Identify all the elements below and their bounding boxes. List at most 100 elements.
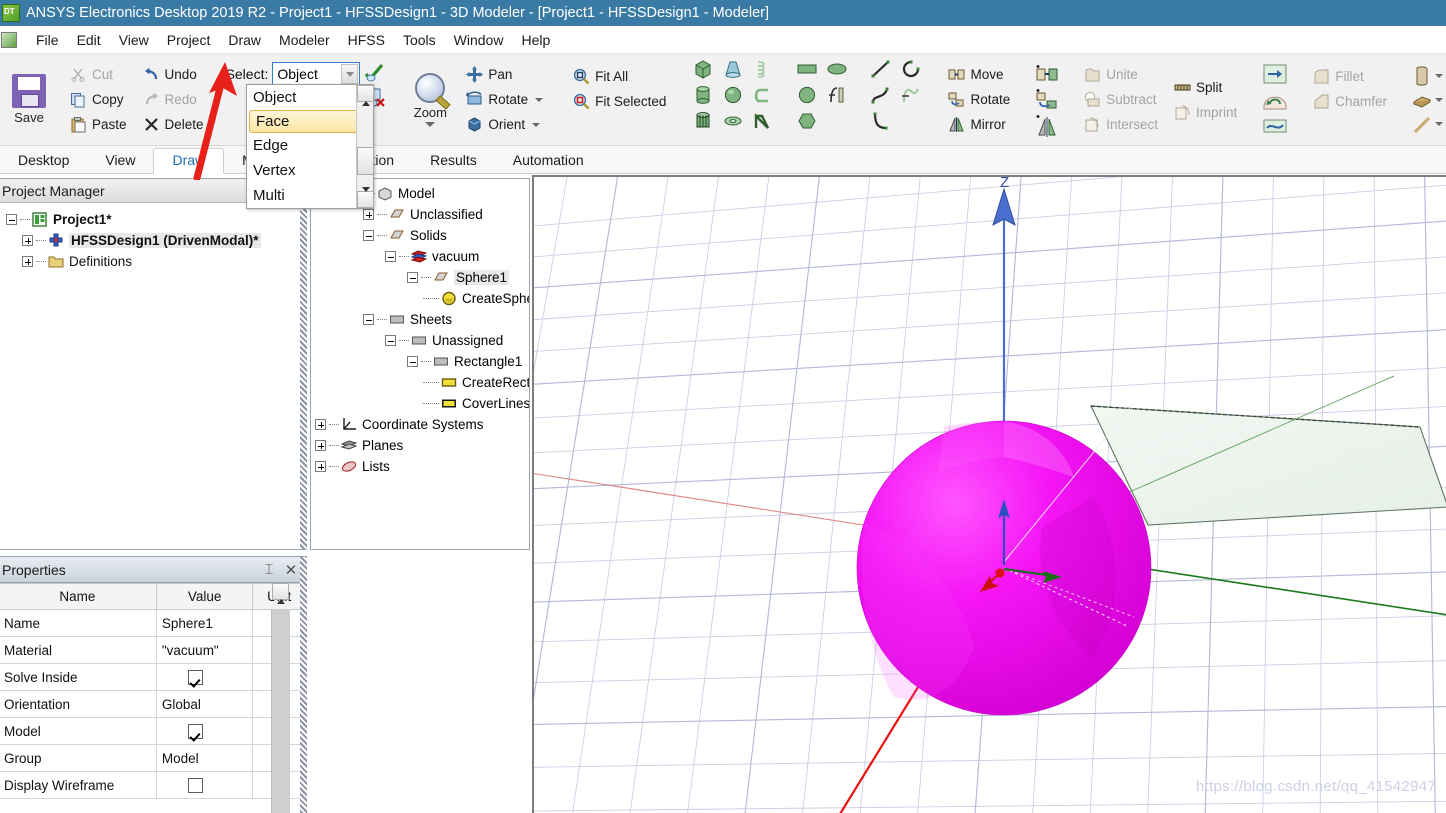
orient-button[interactable]: Orient: [461, 113, 548, 137]
split-button[interactable]: Split: [1169, 75, 1242, 99]
scroll-up-icon[interactable]: [272, 583, 289, 600]
expander-minus-icon[interactable]: [363, 230, 374, 241]
circle-icon[interactable]: [796, 85, 818, 105]
property-value-0[interactable]: Sphere1: [155, 609, 254, 637]
tree-node-coverlines[interactable]: CoverLines: [311, 393, 529, 414]
expander-minus-icon[interactable]: [407, 356, 418, 367]
tree-node-sphere1[interactable]: Sphere1: [311, 267, 529, 288]
unite-button[interactable]: Unite: [1079, 63, 1163, 87]
close-icon[interactable]: ✕: [280, 561, 302, 579]
pan-button[interactable]: Pan: [461, 63, 548, 87]
expander-plus-icon[interactable]: [363, 209, 374, 220]
measure-dropdown-chevron-icon[interactable]: [1435, 121, 1444, 126]
table-row[interactable]: Model: [0, 717, 306, 745]
expander-plus-icon[interactable]: [22, 235, 33, 246]
table-row[interactable]: Solve Inside: [0, 663, 306, 691]
properties-splitter[interactable]: [300, 557, 307, 813]
chevron-down-icon[interactable]: [341, 64, 359, 84]
panel-splitter-vertical[interactable]: [300, 179, 307, 549]
sweep-along-path-icon[interactable]: [1262, 114, 1288, 138]
menu-draw[interactable]: Draw: [219, 30, 270, 50]
tree-node-unassigned[interactable]: Unassigned: [311, 330, 529, 351]
arc-3point-icon[interactable]: [870, 111, 892, 131]
spline-icon[interactable]: [870, 85, 892, 105]
scroll-down-icon[interactable]: [357, 191, 374, 208]
table-row[interactable]: Display Wireframe: [0, 771, 306, 799]
expander-minus-icon[interactable]: [385, 335, 396, 346]
tree-node-lists[interactable]: Lists: [311, 456, 529, 477]
bondwire-icon[interactable]: [752, 85, 774, 105]
menu-modeler[interactable]: Modeler: [270, 30, 339, 50]
undo-button[interactable]: Undo: [138, 63, 209, 87]
expander-plus-icon[interactable]: [315, 419, 326, 430]
torus-icon[interactable]: [722, 111, 744, 131]
arc-center-icon[interactable]: [900, 59, 922, 79]
cut-button[interactable]: Cut: [65, 63, 132, 87]
dropdown-option-edge[interactable]: Edge: [247, 133, 373, 158]
spiral-icon[interactable]: [752, 111, 774, 131]
table-row[interactable]: Name Sphere1: [0, 609, 306, 637]
rectangle-icon[interactable]: [796, 59, 818, 79]
mirror-button[interactable]: Mirror: [943, 113, 1015, 137]
tree-node-project1[interactable]: Project1*: [2, 209, 306, 230]
equation-curve-icon[interactable]: [900, 85, 922, 105]
model-tree[interactable]: Model Unclassified Solids vacuum Sphere1…: [311, 179, 529, 477]
delete-button[interactable]: Delete: [138, 113, 209, 137]
fillet-button[interactable]: Fillet: [1308, 64, 1392, 88]
save-button[interactable]: Save: [4, 56, 54, 143]
duplicate-along-line-icon[interactable]: [1035, 62, 1059, 86]
tree-node-solids[interactable]: Solids: [311, 225, 529, 246]
line-icon[interactable]: [870, 59, 892, 79]
tab-results[interactable]: Results: [412, 149, 495, 173]
modeler-3d-viewport[interactable]: Z https://blog.csdn.net/qq_41542947: [532, 175, 1446, 813]
duplicate-mirror-icon[interactable]: [1035, 114, 1059, 138]
section-dropdown-chevron-icon[interactable]: [1435, 97, 1444, 102]
tab-desktop[interactable]: Desktop: [0, 149, 87, 173]
tree-node-hfssdesign1[interactable]: HFSSDesign1 (DrivenModal)*: [2, 230, 306, 251]
property-value-1[interactable]: "vacuum": [155, 636, 254, 664]
paste-button[interactable]: Paste: [65, 113, 132, 137]
sweep-around-axis-icon[interactable]: [1262, 88, 1288, 112]
model-checkbox[interactable]: [187, 723, 203, 739]
expander-minus-icon[interactable]: [407, 272, 418, 283]
regular-polygon-icon[interactable]: [796, 111, 818, 131]
tree-node-planes[interactable]: Planes: [311, 435, 529, 456]
chamfer-button[interactable]: Chamfer: [1308, 89, 1392, 113]
fit-selected-button[interactable]: Fit Selected: [568, 89, 671, 113]
tab-draw[interactable]: Draw: [153, 148, 225, 174]
expander-minus-icon[interactable]: [363, 314, 374, 325]
menu-project[interactable]: Project: [158, 30, 220, 50]
menu-file[interactable]: File: [27, 30, 68, 50]
dropdown-scrollbar[interactable]: [356, 85, 374, 208]
rotate-dropdown-chevron-icon[interactable]: [535, 97, 544, 102]
scrollbar-thumb[interactable]: [357, 147, 374, 175]
menu-hfss[interactable]: HFSS: [339, 30, 394, 50]
tree-node-coordinate-systems[interactable]: Coordinate Systems: [311, 414, 529, 435]
regular-polyhedron-icon[interactable]: [692, 111, 714, 131]
tree-node-sheets[interactable]: Sheets: [311, 309, 529, 330]
equation-surface-icon[interactable]: [826, 85, 848, 105]
menu-view[interactable]: View: [110, 30, 158, 50]
tree-node-createsphere[interactable]: CreateSphere: [311, 288, 529, 309]
duplicate-around-axis-icon[interactable]: [1035, 88, 1059, 112]
menu-tools[interactable]: Tools: [394, 30, 445, 50]
menu-edit[interactable]: Edit: [68, 30, 110, 50]
expander-plus-icon[interactable]: [315, 461, 326, 472]
rotate-view-button[interactable]: Rotate: [461, 88, 548, 112]
table-row[interactable]: Material "vacuum": [0, 636, 306, 664]
pin-icon[interactable]: ⌶: [258, 561, 280, 578]
menu-help[interactable]: Help: [512, 30, 559, 50]
rotate-object-button[interactable]: Rotate: [943, 88, 1015, 112]
expander-minus-icon[interactable]: [6, 214, 17, 225]
intersect-button[interactable]: Intersect: [1079, 113, 1163, 137]
zoom-button[interactable]: Zoom: [402, 56, 458, 143]
property-value-3[interactable]: Global: [155, 690, 254, 718]
thicken-sheet-icon[interactable]: [1412, 65, 1432, 87]
dropdown-option-multi[interactable]: Multi: [247, 183, 373, 208]
tab-view[interactable]: View: [87, 149, 153, 173]
helix-icon[interactable]: [752, 59, 774, 79]
zoom-dropdown-chevron-icon[interactable]: [425, 121, 436, 127]
expander-minus-icon[interactable]: [385, 251, 396, 262]
section-icon[interactable]: [1412, 89, 1432, 111]
properties-vertical-scrollbar[interactable]: [271, 583, 290, 813]
